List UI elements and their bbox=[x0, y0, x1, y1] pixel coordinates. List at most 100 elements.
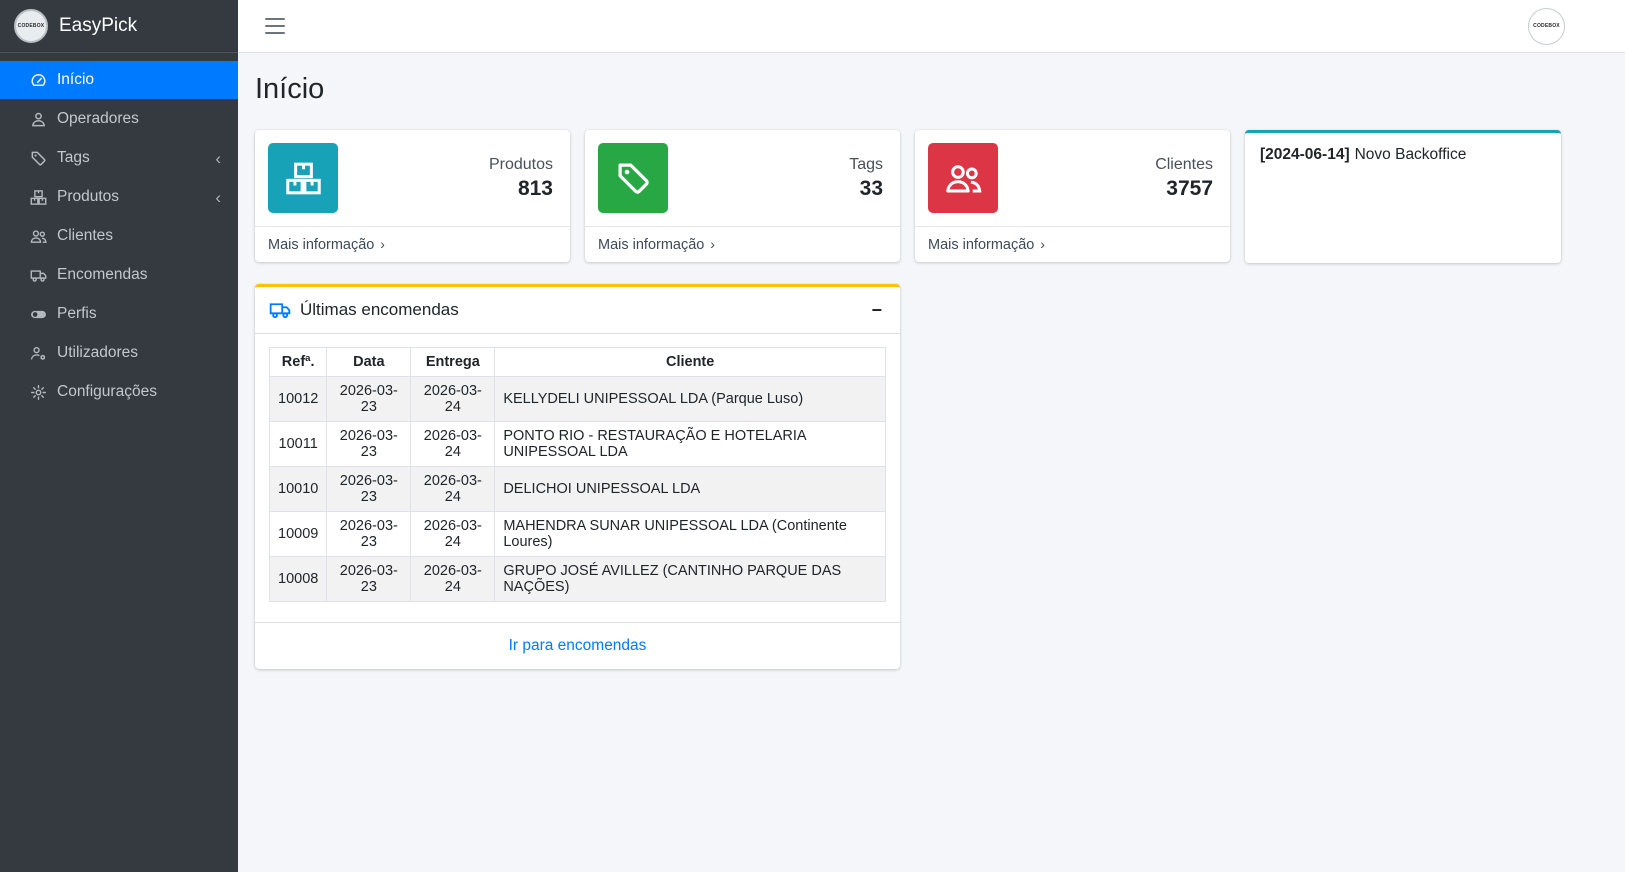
sidebar-item-operadores[interactable]: Operadores bbox=[0, 100, 238, 138]
column-header: Cliente bbox=[494, 347, 886, 377]
notice-message: Novo Backoffice bbox=[1354, 146, 1467, 163]
table-cell: 2026-03-23 bbox=[326, 556, 412, 602]
orders-card-body: Refª. Data Entrega Cliente 10012 2026-03-23 2… bbox=[255, 334, 900, 622]
orders-card-title: Últimas encomendas bbox=[300, 300, 459, 319]
chevron-right-icon: › bbox=[1036, 236, 1045, 252]
sidebar-item-tags[interactable]: Tags ‹ bbox=[0, 139, 238, 177]
column-header: Refª. bbox=[268, 347, 328, 377]
info-box-text: Tags 33 bbox=[668, 156, 887, 201]
table-row: 10010 2026-03-23 2026-03-24 DELICHOI UNIPES… bbox=[268, 466, 886, 512]
info-box-value: 813 bbox=[517, 176, 553, 200]
more-info-label: Mais informação bbox=[598, 237, 705, 253]
info-box-top: Produtos 813 bbox=[255, 130, 570, 226]
orders-table: Refª. Data Entrega Cliente 10012 2026-03-23 2… bbox=[268, 347, 886, 602]
chevron-right-icon: › bbox=[706, 236, 715, 252]
users-icon bbox=[928, 143, 998, 213]
collapse-button[interactable]: − bbox=[867, 299, 886, 321]
sidebar-item-produtos[interactable]: Produtos ‹ bbox=[0, 178, 238, 216]
info-box-value: 33 bbox=[859, 176, 883, 200]
chevron-right-icon: › bbox=[376, 236, 385, 252]
orders-card-header: Últimas encomendas − bbox=[255, 287, 900, 334]
table-cell: KELLYDELI UNIPESSOAL LDA (Parque Luso) bbox=[494, 376, 886, 422]
info-box-produtos: Produtos 813 Mais informação › bbox=[255, 130, 570, 262]
table-cell: 2026-03-23 bbox=[326, 511, 412, 557]
go-to-orders-link[interactable]: Ir para encomendas bbox=[509, 637, 647, 654]
brand-name: EasyPick bbox=[59, 15, 138, 36]
more-info-link[interactable]: Mais informação › bbox=[268, 236, 385, 253]
info-box-tags: Tags 33 Mais informação › bbox=[585, 130, 900, 262]
table-row: 10008 2026-03-23 2026-03-24 GRUPO JOSÉ AVIL… bbox=[268, 556, 886, 602]
info-box-top: Tags 33 bbox=[585, 130, 900, 226]
main: CODEBOX Início Produtos 813 Mais informaçã… bbox=[238, 0, 1625, 872]
table-cell: 10011 bbox=[268, 421, 328, 467]
sidebar-item-label: Produtos bbox=[57, 188, 120, 205]
notice-card: [2024-06-14] Novo Backoffice bbox=[1245, 130, 1561, 263]
more-info-link[interactable]: Mais informação › bbox=[928, 236, 1045, 253]
sidebar-item-label: Operadores bbox=[57, 110, 139, 127]
brand[interactable]: CODEBOX EasyPick bbox=[0, 0, 238, 53]
minus-icon: − bbox=[871, 300, 882, 320]
sidebar-item-label: Utilizadores bbox=[57, 344, 138, 361]
info-box-text: Produtos 813 bbox=[338, 156, 557, 201]
users-icon bbox=[29, 227, 47, 245]
table-cell: 2026-03-23 bbox=[326, 466, 412, 512]
dashboard-icon bbox=[29, 71, 47, 89]
toggle-icon bbox=[29, 305, 47, 323]
table-cell: 2026-03-23 bbox=[326, 376, 412, 422]
table-cell: GRUPO JOSÉ AVILLEZ (CANTINHO PARQUE DAS … bbox=[494, 556, 886, 602]
info-box-label: Produtos bbox=[488, 155, 553, 173]
info-box-footer: Mais informação › bbox=[585, 226, 900, 262]
info-box-top: Clientes 3757 bbox=[915, 130, 1230, 226]
brand-logo: CODEBOX bbox=[14, 9, 48, 43]
user-avatar[interactable]: CODEBOX bbox=[1528, 7, 1565, 45]
column-header: Data bbox=[326, 347, 412, 377]
sidebar-item-inicio[interactable]: Início bbox=[0, 61, 238, 99]
sidebar: CODEBOX EasyPick Início Operadores Tags ‹ Pr… bbox=[0, 0, 238, 872]
sidebar-item-label: Clientes bbox=[57, 227, 113, 244]
info-box-text: Clientes 3757 bbox=[998, 156, 1217, 201]
table-row: 10012 2026-03-23 2026-03-24 KELLYDELI UNIPE… bbox=[268, 376, 886, 422]
table-cell: 10012 bbox=[268, 376, 328, 422]
table-cell: 10010 bbox=[268, 466, 328, 512]
truck-icon bbox=[29, 266, 47, 284]
sidebar-item-label: Tags bbox=[57, 149, 90, 166]
table-cell: 10008 bbox=[268, 556, 328, 602]
more-info-label: Mais informação bbox=[268, 237, 375, 253]
info-box-footer: Mais informação › bbox=[255, 226, 570, 262]
table-cell: MAHENDRA SUNAR UNIPESSOAL LDA (Continent… bbox=[494, 511, 886, 557]
table-row: 10009 2026-03-23 2026-03-24 MAHENDRA SUNAR … bbox=[268, 511, 886, 557]
person-icon bbox=[29, 110, 47, 128]
tag-icon bbox=[29, 149, 47, 167]
tag-icon bbox=[598, 143, 668, 213]
content: Início Produtos 813 Mais informação › Tags 3… bbox=[238, 53, 1625, 872]
more-info-link[interactable]: Mais informação › bbox=[598, 236, 715, 253]
orders-table-body: 10012 2026-03-23 2026-03-24 KELLYDELI UNIPE… bbox=[268, 376, 886, 602]
table-cell: 2026-03-24 bbox=[410, 376, 496, 422]
column-header: Entrega bbox=[410, 347, 496, 377]
brand-logo-text: CODEBOX bbox=[17, 23, 45, 29]
info-box-value: 3757 bbox=[1166, 176, 1213, 200]
sidebar-item-perfis[interactable]: Perfis bbox=[0, 295, 238, 333]
chevron-left-icon: ‹ bbox=[215, 187, 221, 207]
sidebar-item-clientes[interactable]: Clientes bbox=[0, 217, 238, 255]
sidebar-menu: Início Operadores Tags ‹ Produtos ‹ Clientes En… bbox=[0, 53, 238, 419]
page-title: Início bbox=[255, 73, 325, 105]
orders-card: Últimas encomendas − Refª. Data Entrega Cli… bbox=[255, 284, 900, 669]
hamburger-menu-icon[interactable] bbox=[265, 18, 285, 34]
table-cell: 2026-03-24 bbox=[410, 466, 496, 512]
sidebar-item-label: Perfis bbox=[57, 305, 97, 322]
user-gear-icon bbox=[29, 344, 47, 362]
sidebar-item-label: Configurações bbox=[57, 383, 157, 400]
table-cell: DELICHOI UNIPESSOAL LDA bbox=[494, 466, 886, 512]
orders-table-head-row: Refª. Data Entrega Cliente bbox=[268, 347, 886, 377]
sidebar-item-encomendas[interactable]: Encomendas bbox=[0, 256, 238, 294]
truck-icon bbox=[269, 299, 291, 321]
info-box-label: Tags bbox=[849, 155, 883, 173]
sidebar-item-utilizadores[interactable]: Utilizadores bbox=[0, 334, 238, 372]
info-box-row: Produtos 813 Mais informação › Tags 33 Mais i… bbox=[255, 130, 1608, 263]
table-row: 10011 2026-03-23 2026-03-24 PONTO RIO - RES… bbox=[268, 421, 886, 467]
notice-date: [2024-06-14] bbox=[1260, 146, 1350, 163]
sidebar-item-label: Encomendas bbox=[57, 266, 148, 283]
sidebar-item-configuracoes[interactable]: Configurações bbox=[0, 373, 238, 411]
orders-card-footer: Ir para encomendas bbox=[255, 622, 900, 669]
